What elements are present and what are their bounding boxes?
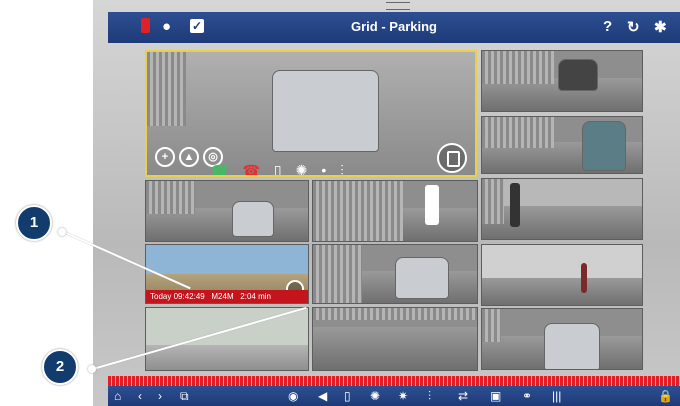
camera-tile[interactable] <box>145 180 309 242</box>
light-icon[interactable]: ✺ <box>370 389 380 403</box>
callout-2: 2 <box>42 349 78 385</box>
camera-image <box>146 345 308 370</box>
camera-image-fence <box>482 51 554 84</box>
camera-tile[interactable] <box>145 307 309 371</box>
reload-icon[interactable]: ↻ <box>627 18 640 36</box>
fullscreen-icon[interactable] <box>437 143 467 173</box>
camera-image-fence <box>147 52 187 126</box>
callout-2-dot <box>88 365 96 373</box>
camera-icon[interactable]: ◉ <box>288 389 298 403</box>
car-image <box>582 121 626 171</box>
dim-icon[interactable]: • <box>321 162 326 175</box>
callout-1-dot <box>58 228 66 236</box>
zoom-in-icon[interactable]: + <box>155 147 175 167</box>
event-info-bar: Today 09:42:49 M24M 2:04 min <box>146 290 308 303</box>
camera-tile[interactable] <box>481 116 643 174</box>
car-image <box>232 201 274 237</box>
event-timeline[interactable] <box>108 376 680 386</box>
light-bright-icon[interactable]: ✷ <box>398 389 408 403</box>
event-camera-id: M24M <box>211 292 234 301</box>
door-icon[interactable]: ▯ <box>274 162 282 175</box>
camera-tile[interactable] <box>481 50 643 112</box>
action-controls: ☎ ☎ ▯ ✺ • ⫶ <box>211 162 344 175</box>
mountain-icon[interactable]: ▲ <box>179 147 199 167</box>
camera-tile[interactable] <box>481 244 643 306</box>
prev-icon[interactable]: ‹ <box>138 389 142 403</box>
camera-event-tile[interactable]: Today 09:42:49 M24M 2:04 min <box>145 244 309 304</box>
car-image <box>395 257 449 299</box>
event-timestamp: Today 09:42:49 <box>150 292 205 301</box>
camera-image-fence <box>482 309 502 342</box>
window-handle[interactable] <box>386 2 410 10</box>
bars-icon[interactable]: ||| <box>552 389 561 403</box>
layout-icon[interactable]: ⧉ <box>180 389 189 404</box>
car-image <box>558 59 598 91</box>
call-accept-icon[interactable]: ☎ <box>211 162 228 175</box>
car-image <box>272 70 379 152</box>
callout-1: 1 <box>16 205 52 241</box>
camera-image-fence <box>313 181 404 241</box>
page-title: Grid - Parking <box>351 19 437 34</box>
camera-tile[interactable] <box>312 244 478 304</box>
camera-image <box>313 326 477 370</box>
thermometer-icon[interactable]: ⫶ <box>340 162 344 175</box>
share-icon[interactable]: ⚭ <box>522 389 532 403</box>
lock-icon[interactable]: 🔒 <box>658 389 673 403</box>
thermometer-icon[interactable]: ⫶ <box>428 389 431 404</box>
camera-image-fence <box>313 245 363 303</box>
home-icon[interactable]: ⌂ <box>114 389 121 403</box>
camera-tile[interactable] <box>481 308 643 370</box>
camera-tile[interactable] <box>312 180 478 242</box>
camera-image-fence <box>482 117 554 148</box>
cyclist-image <box>510 183 520 227</box>
camera-image-fence <box>313 308 477 321</box>
snapshot-icon[interactable]: ▣ <box>490 389 501 403</box>
settings-icon[interactable]: ✱ <box>654 18 667 36</box>
light-icon[interactable]: ✺ <box>296 162 308 175</box>
speaker-icon[interactable]: ◀ <box>318 389 327 403</box>
top-bar: ● ✓ Grid - Parking ? ↻ ✱ <box>108 12 680 43</box>
camera-image-fence <box>146 181 195 214</box>
car-image <box>544 323 600 369</box>
camera-tile[interactable] <box>312 307 478 371</box>
door-icon[interactable]: ▯ <box>344 389 351 403</box>
call-reject-icon[interactable]: ☎ <box>242 162 259 175</box>
help-icon[interactable]: ? <box>603 18 612 35</box>
app-window: ● ✓ Grid - Parking ? ↻ ✱ + ▲ ◎ ☎ ☎ ▯ ✺ •… <box>93 0 680 406</box>
person-image <box>581 263 587 293</box>
camera-main[interactable]: + ▲ ◎ ☎ ☎ ▯ ✺ • ⫶ <box>145 50 477 177</box>
next-icon[interactable]: › <box>158 389 162 403</box>
camera-image <box>482 278 642 305</box>
scooter-rider-image <box>425 185 439 225</box>
camera-image <box>482 206 642 239</box>
loop-icon[interactable]: ⇄ <box>458 389 468 403</box>
event-extra: 2:04 min <box>240 292 271 301</box>
bottom-toolbar: ⌂ ‹ › ⧉ ◉ ◀ ▯ ✺ ✷ ⫶ ⇄ ▣ ⚭ ||| 🔒 <box>108 386 680 406</box>
camera-tile[interactable] <box>481 178 643 240</box>
camera-image-fence <box>482 179 505 224</box>
